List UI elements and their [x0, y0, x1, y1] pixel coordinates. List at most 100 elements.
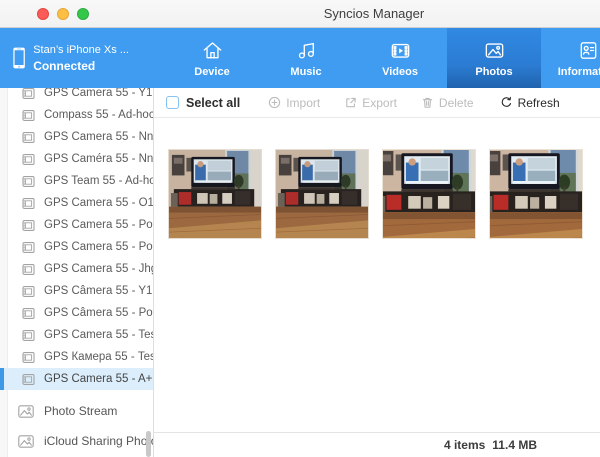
delete-label: Delete — [439, 96, 474, 110]
device-info: Stan’s iPhone Xs ... Connected — [33, 44, 129, 73]
import-button[interactable]: Import — [268, 96, 320, 110]
album-icon — [22, 175, 35, 188]
device-status: Connected — [33, 59, 129, 73]
refresh-icon — [500, 96, 513, 109]
sidebar-item-gps-c-mera-55-points-2[interactable]: GPS Câmera 55 - Points 2 — [0, 302, 153, 324]
sidebar-item-gps-c-mera-55-y1[interactable]: GPS Câmera 55 - Y1 — [0, 280, 153, 302]
album-icon — [22, 219, 35, 232]
sidebar-item-gps-camera-55-jhg-bjj[interactable]: GPS Camera 55 - Jhg bjj — [0, 258, 153, 280]
album-label: Compass 55 - Ad-hoc — [44, 109, 154, 121]
tab-photos[interactable]: Photos — [447, 28, 541, 88]
sidebar-item-gps-camera-55-points-2[interactable]: GPS Camera 55 - Points 2 — [0, 214, 153, 236]
tab-device[interactable]: Device — [165, 28, 259, 88]
sidebar-item-gps-55-test-c[interactable]: GPS Камера 55 - Test C — [0, 346, 153, 368]
tab-icon — [295, 39, 318, 62]
album-label: GPS Camera 55 - Points 1 — [44, 241, 154, 253]
album-label: GPS Camera 55 - Points 2 — [44, 219, 154, 231]
import-label: Import — [286, 96, 320, 110]
album-icon — [22, 131, 35, 144]
window-title: Syncios Manager — [294, 6, 454, 21]
fullscreen-window-button[interactable] — [77, 8, 89, 20]
album-list: GPS Camera 55 - Y1 Compass 55 - Ad-hoc — [0, 88, 153, 390]
album-label: GPS Camera 55 - O1 — [44, 197, 154, 209]
sidebar-item-gps-team-55-ad-hoc[interactable]: GPS Team 55 - Ad-hoc — [0, 170, 153, 192]
iphone-icon — [13, 43, 25, 73]
select-all-label: Select all — [186, 96, 240, 110]
album-icon — [22, 109, 35, 122]
sidebar-item-gps-camera-55-test-c[interactable]: GPS Camera 55 - Test C — [0, 324, 153, 346]
album-label: GPS Camera 55 - Y1 — [44, 88, 152, 99]
photos-toolbar: Select all Import Export — [154, 88, 600, 118]
statusbar: 4 items 11.4 MB — [154, 432, 600, 457]
album-label: GPS Camera 55 - A+D — [44, 373, 154, 385]
tab-information[interactable]: Information — [541, 28, 600, 88]
album-label: GPS Камера 55 - Test C — [44, 351, 154, 363]
select-all-control[interactable]: Select all — [166, 96, 240, 110]
syncios-window: Syncios Manager Stan’s iPhone Xs ... Con… — [0, 0, 600, 457]
refresh-label: Refresh — [518, 96, 560, 110]
tab-music[interactable]: Music — [259, 28, 353, 88]
album-icon — [22, 153, 35, 166]
app-body: GPS Camera 55 - Y1 Compass 55 - Ad-hoc — [0, 88, 600, 457]
album-icon — [22, 285, 35, 298]
album-icon — [22, 373, 35, 386]
refresh-button[interactable]: Refresh — [500, 96, 560, 110]
sidebar-item-gps-camera-55-o1[interactable]: GPS Camera 55 - O1 — [0, 192, 153, 214]
sidebar-item-gps-camera-55-nn[interactable]: GPS Camera 55 - Nn — [0, 126, 153, 148]
album-icon — [22, 329, 35, 342]
export-label: Export — [362, 96, 397, 110]
sidebar-item-photo-stream[interactable]: Photo Stream — [0, 396, 153, 426]
tab-videos[interactable]: Videos — [353, 28, 447, 88]
album-label: GPS Caméra 55 - Nn — [44, 153, 153, 165]
titlebar: Syncios Manager — [0, 0, 600, 28]
device-panel[interactable]: Stan’s iPhone Xs ... Connected — [0, 28, 129, 88]
tab-label: Information — [558, 66, 600, 78]
minimize-window-button[interactable] — [57, 8, 69, 20]
sidebar-item-icloud-sharing-photo[interactable]: iCloud Sharing Photo — [0, 426, 153, 456]
tab-label: Music — [290, 66, 321, 78]
photo-library-icon — [18, 405, 34, 418]
album-icon — [22, 197, 35, 210]
album-icon — [22, 88, 35, 100]
album-icon — [22, 351, 35, 364]
trash-icon — [421, 96, 434, 109]
photo-thumbnail[interactable] — [489, 149, 583, 239]
living-room-photo — [169, 150, 261, 238]
import-plus-icon — [268, 96, 281, 109]
photo-thumbnail[interactable] — [275, 149, 369, 239]
tab-label: Device — [194, 66, 229, 78]
sidebar-item-gps-camera-55-y1[interactable]: GPS Camera 55 - Y1 — [0, 88, 153, 104]
photo-thumbnail[interactable] — [168, 149, 262, 239]
total-size: 11.4 MB — [492, 438, 537, 452]
selected-accent-bar — [0, 368, 4, 390]
sidebar-item-gps-cam-ra-55-nn[interactable]: GPS Caméra 55 - Nn — [0, 148, 153, 170]
album-icon — [22, 241, 35, 254]
item-count: 4 items — [444, 438, 485, 452]
export-icon — [344, 96, 357, 109]
sidebar: GPS Camera 55 - Y1 Compass 55 - Ad-hoc — [0, 88, 154, 457]
tab-icon — [389, 39, 412, 62]
main-panel: Select all Import Export — [154, 88, 600, 457]
album-icon — [22, 307, 35, 320]
album-label: GPS Câmera 55 - Points 2 — [44, 307, 154, 319]
photo-thumbnail[interactable] — [382, 149, 476, 239]
close-window-button[interactable] — [37, 8, 49, 20]
sidebar-scrollbar-thumb[interactable] — [146, 431, 151, 457]
album-label: GPS Camera 55 - Nn — [44, 131, 153, 143]
select-all-checkbox[interactable] — [166, 96, 179, 109]
library-label: iCloud Sharing Photo — [44, 434, 154, 448]
library-list: Photo Stream iCloud Sharing Photo — [0, 396, 153, 456]
living-room-photo — [276, 150, 368, 238]
sidebar-item-compass-55-ad-hoc[interactable]: Compass 55 - Ad-hoc — [0, 104, 153, 126]
album-label: GPS Camera 55 - Test C — [44, 329, 154, 341]
tab-icon — [577, 39, 600, 62]
sidebar-item-gps-camera-55-a-d[interactable]: GPS Camera 55 - A+D — [0, 368, 153, 390]
export-button[interactable]: Export — [344, 96, 397, 110]
photo-grid — [154, 118, 600, 432]
sidebar-item-gps-camera-55-points-1[interactable]: GPS Camera 55 - Points 1 — [0, 236, 153, 258]
app-header: Stan’s iPhone Xs ... Connected Device — [0, 28, 600, 88]
living-room-photo — [489, 149, 583, 239]
delete-button[interactable]: Delete — [421, 96, 474, 110]
tab-label: Photos — [475, 66, 512, 78]
album-label: GPS Câmera 55 - Y1 — [44, 285, 152, 297]
